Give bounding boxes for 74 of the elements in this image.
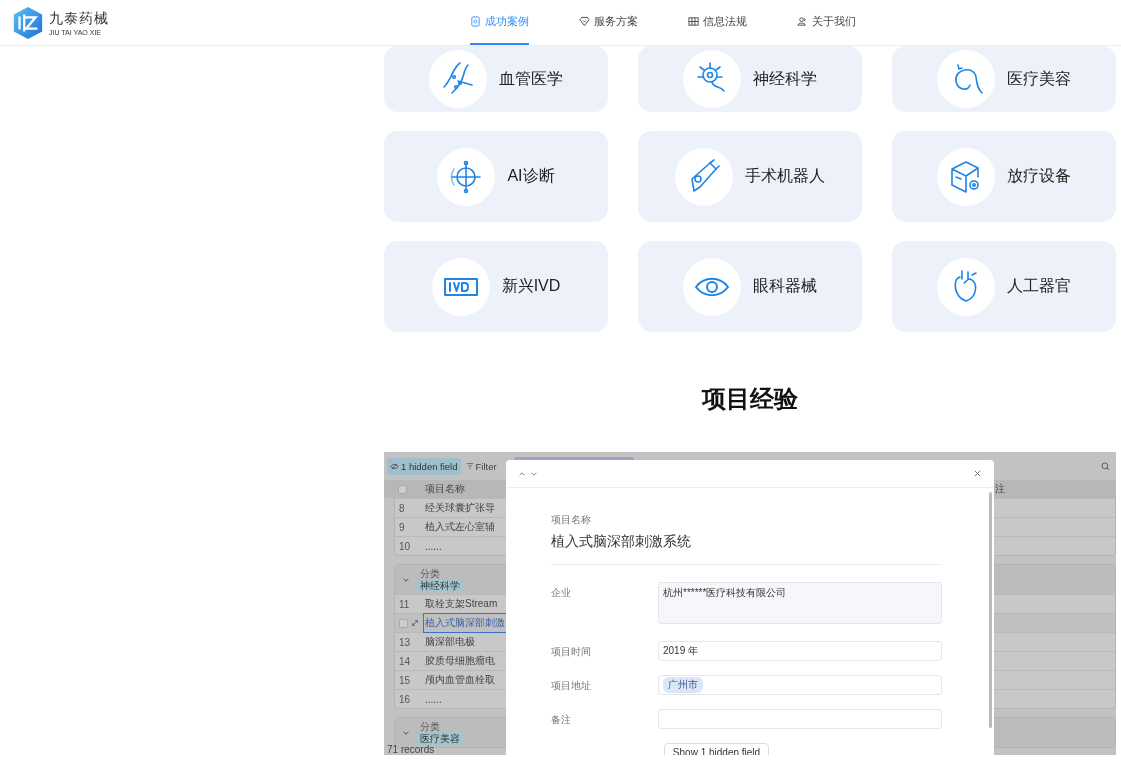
table-cell: 脑深部电极 [425,635,475,649]
hidden-fields-button[interactable]: 1 hidden field [387,457,461,475]
nav-tab[interactable]: 服务方案 [579,0,638,45]
field-label: 项目名称 [551,513,592,527]
category-label: 新兴IVD [501,276,561,296]
row-number: 13 [399,636,411,648]
category-label: 手术机器人 [745,166,825,186]
filter-icon [465,462,474,470]
input-field[interactable] [658,709,942,729]
nav-tab[interactable]: 信息法规 [688,0,747,45]
table-cell: 植入式左心室辅 [425,520,495,534]
row-number: 11 [399,598,410,610]
table-cell: 胶质母细胞瘤电 [425,654,495,668]
search-icon[interactable] [1101,462,1110,471]
filter-button[interactable]: Filter [465,460,497,472]
field-label: 项目地址 [551,679,592,693]
expand-icon[interactable] [411,619,419,627]
column-header: 项目名称 [425,482,465,496]
category-label: 眼科器械 [753,276,817,296]
category-tag: 医疗美容 [416,731,464,745]
grid-icon [688,16,699,27]
category-label: 神经科学 [753,68,817,89]
table-cell: 取栓支架Stream [425,597,498,611]
field-label: 备注 [551,713,572,727]
field-label: 企业 [551,586,572,600]
document-icon [470,16,481,27]
column-header: 注 [995,482,1005,496]
checkbox[interactable] [398,484,407,494]
category-tag: 神经科学 [416,578,464,592]
table-cell: 经关球囊扩张导 [425,501,495,515]
checkbox[interactable] [399,618,408,628]
input-field[interactable]: 2019 年 [658,641,942,661]
diamond-heart-icon [579,16,590,27]
record-title: 植入式脑深部刺激系统 [551,533,692,551]
close-icon[interactable] [973,469,982,478]
category-label: 人工器官 [1007,276,1071,296]
field-value: 2019 年 [663,644,699,658]
category-card[interactable]: 医疗美容 [892,46,1116,112]
category-label: 医疗美容 [1007,68,1071,89]
chevron-up-icon[interactable] [518,469,526,478]
category-card[interactable]: 人工器官 [892,241,1116,332]
table-cell: ...... [425,693,442,705]
category-card[interactable]: 放疗设备 [892,131,1116,222]
category-card[interactable]: 手术机器人 [638,131,862,222]
row-number: 10 [399,540,411,552]
location-tag: 广州市 [663,677,703,693]
field-value: 杭州******医疗科技有限公司 [663,586,787,600]
table-cell: ...... [425,540,442,552]
row-number: 15 [399,674,411,686]
group-caption: 分类 [420,567,441,579]
section-title: 项目经验 [700,384,799,414]
category-label: 放疗设备 [1007,166,1071,186]
row-number: 8 [399,502,405,514]
category-card[interactable]: 新兴IVD [384,241,608,332]
category-label: 血管医学 [499,68,563,89]
category-label: AI诊断 [507,166,555,186]
category-card[interactable]: 眼科器械 [638,241,862,332]
scrollbar[interactable] [989,492,992,728]
category-card[interactable]: AI诊断 [384,131,608,222]
record-count: 71 records [387,744,435,755]
row-number: 16 [399,693,411,705]
nav-tab[interactable]: 关于我们 [797,0,856,45]
category-card[interactable]: 神经科学 [638,46,862,112]
text-area[interactable]: 杭州******医疗科技有限公司 [658,582,942,624]
brand-name: 九泰药械 [49,9,109,28]
category-card[interactable]: 血管医学 [384,46,608,112]
logo-icon [11,5,45,40]
group-caption: 分类 [420,720,440,732]
field-label: 项目时间 [551,645,592,659]
row-number: 14 [399,655,411,667]
table-cell: 颅内血管血栓取 [425,673,495,687]
row-number: 9 [399,521,405,533]
eye-off-icon [390,461,399,471]
input-field[interactable]: 广州市 [658,675,942,695]
